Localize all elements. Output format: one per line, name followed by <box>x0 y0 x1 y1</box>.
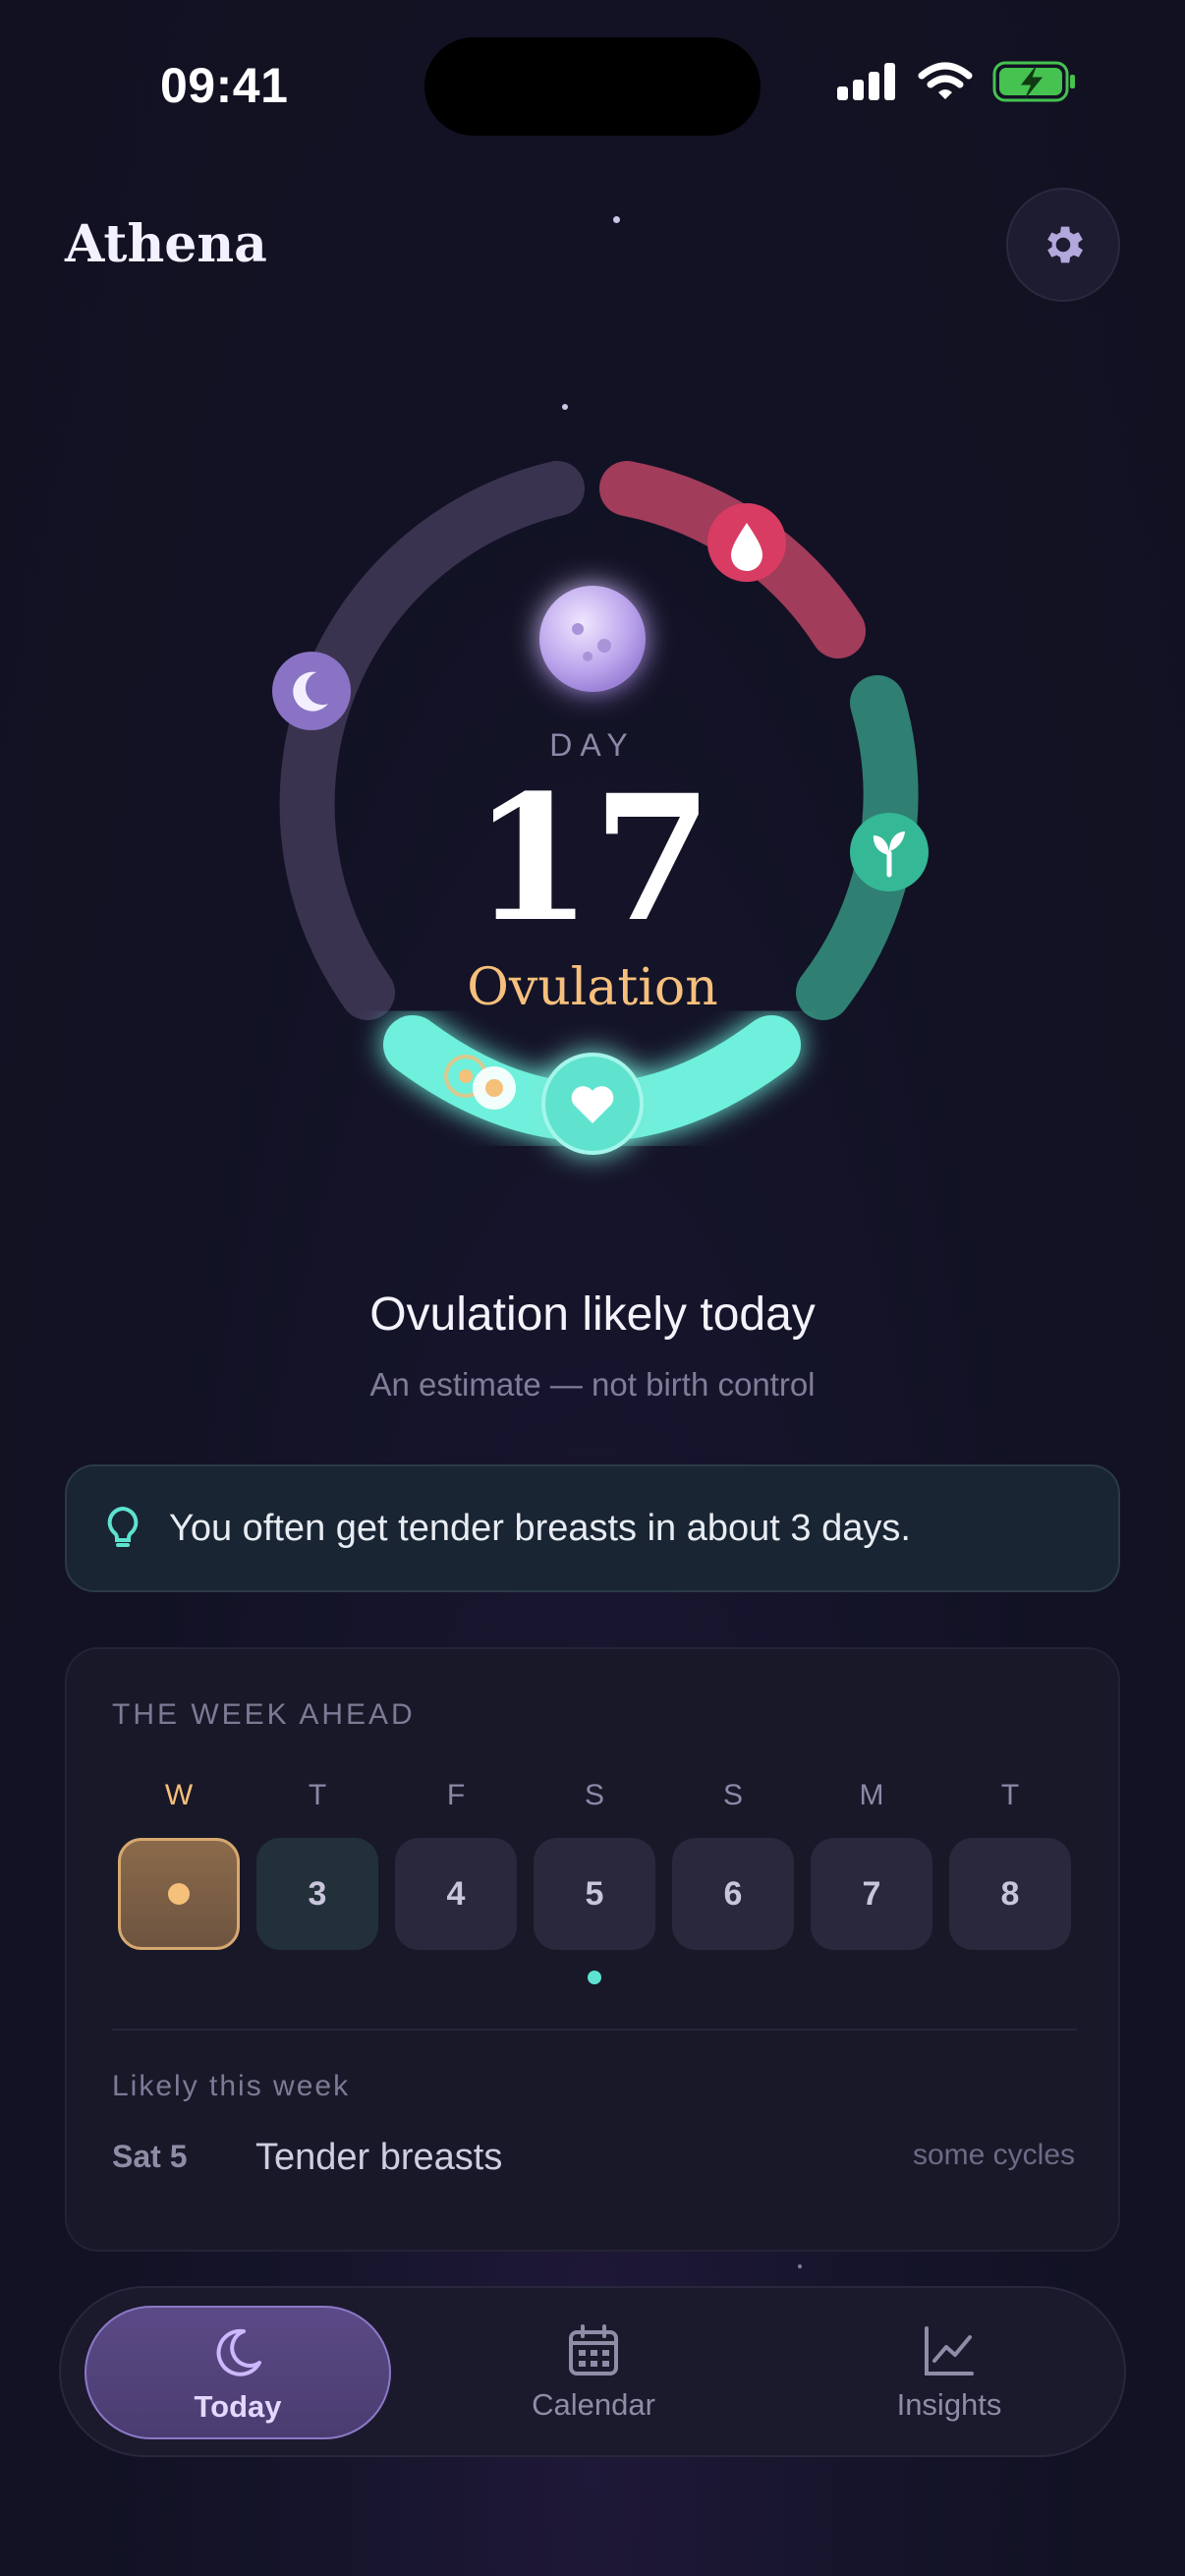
background-star <box>798 2264 802 2268</box>
week-day[interactable]: T 3 <box>256 1779 378 1950</box>
tab-label: Insights <box>896 2387 1002 2422</box>
likely-frequency: some cycles <box>912 2139 1075 2171</box>
divider <box>112 2029 1077 2031</box>
phase-name: Ovulation <box>467 958 718 1017</box>
status-headline: Ovulation likely today <box>369 1288 816 1341</box>
heart-marker <box>541 1053 644 1155</box>
tab-bar: Today Calendar Insights <box>59 2286 1126 2457</box>
day-letter: T <box>1000 1779 1020 1811</box>
week-day[interactable]: S 5 <box>534 1779 655 1950</box>
day-cell[interactable]: 7 <box>811 1838 932 1950</box>
day-cell[interactable]: 4 <box>395 1838 517 1950</box>
day-letter: T <box>308 1779 327 1811</box>
day-cell[interactable]: 8 <box>949 1838 1071 1950</box>
tab-insights[interactable]: Insights <box>796 2306 1102 2439</box>
moon-icon <box>216 2328 261 2376</box>
lightbulb-icon <box>107 1506 139 1547</box>
symptom-dot <box>588 1971 601 1984</box>
calendar-icon <box>569 2324 618 2376</box>
week-day[interactable]: F 4 <box>395 1779 517 1950</box>
week-title: THE WEEK AHEAD <box>112 1698 416 1731</box>
day-number: 17 <box>472 757 713 960</box>
day-cell[interactable]: 6 <box>672 1838 794 1950</box>
likely-date: Sat 5 <box>112 2139 188 2174</box>
menstrual-marker <box>707 503 786 582</box>
day-letter: M <box>859 1779 884 1811</box>
tab-calendar[interactable]: Calendar <box>440 2306 747 2439</box>
day-letter: W <box>164 1779 194 1811</box>
moon-orb <box>539 586 646 692</box>
day-letter: S <box>722 1779 743 1811</box>
week-day[interactable]: T 8 <box>949 1779 1071 1950</box>
week-day[interactable]: W <box>118 1779 240 1950</box>
tab-today[interactable]: Today <box>85 2306 391 2439</box>
tab-label: Calendar <box>532 2387 655 2422</box>
day-cell[interactable]: 3 <box>256 1838 378 1950</box>
week-day[interactable]: S 6 <box>672 1779 794 1950</box>
week-ahead-card: THE WEEK AHEAD W T 3 F 4 S 5 S 6 M 7 T 8… <box>65 1647 1120 2252</box>
luteal-marker <box>272 652 351 730</box>
status-disclaimer: An estimate — not birth control <box>369 1366 816 1402</box>
week-day[interactable]: M 7 <box>811 1779 932 1950</box>
today-dot <box>168 1883 190 1905</box>
cycle-ring <box>272 461 929 1155</box>
day-letter: F <box>446 1779 466 1811</box>
likely-title: Likely this week <box>112 2070 351 2102</box>
tab-label: Today <box>194 2389 282 2424</box>
day-letter: S <box>584 1779 604 1811</box>
insight-text: You often get tender breasts in about 3 … <box>169 1507 911 1549</box>
day-cell[interactable]: 5 <box>534 1838 655 1950</box>
likely-symptom: Tender breasts <box>255 2137 503 2178</box>
day-cell-today[interactable] <box>118 1838 240 1950</box>
insight-card[interactable]: You often get tender breasts in about 3 … <box>65 1464 1120 1592</box>
chart-icon <box>925 2326 974 2376</box>
